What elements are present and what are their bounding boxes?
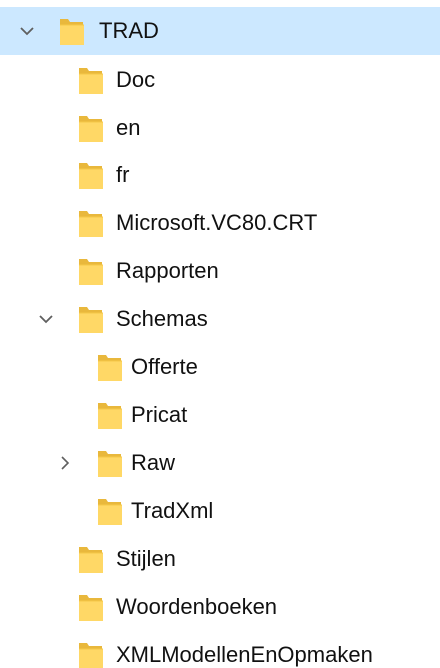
tree-item[interactable]: XMLModellenEnOpmaken — [0, 631, 440, 668]
tree-item-label: en — [116, 115, 141, 140]
tree-item[interactable]: Woordenboeken — [0, 583, 440, 631]
folder-icon — [97, 448, 123, 478]
tree-item[interactable]: Offerte — [0, 343, 440, 391]
tree-item-label: Pricat — [131, 402, 188, 427]
tree-item-label: Rapporten — [116, 258, 219, 283]
chevron-right-icon[interactable] — [56, 454, 74, 472]
tree-item[interactable]: TradXml — [0, 487, 440, 535]
tree-item[interactable]: fr — [0, 151, 440, 199]
chevron-down-icon[interactable] — [18, 22, 36, 40]
tree-item-label: Microsoft.VC80.CRT — [116, 210, 318, 235]
folder-icon — [59, 16, 85, 46]
tree-item[interactable]: Stijlen — [0, 535, 440, 583]
tree-item[interactable]: en — [0, 104, 440, 152]
tree-item-label: fr — [116, 162, 130, 187]
tree-item-label: TradXml — [131, 498, 214, 523]
tree-item-label: Schemas — [116, 306, 208, 331]
folder-tree: TRAD Doc en fr Microsoft.VC80.CRT Rapporten Sc… — [0, 0, 440, 668]
folder-icon — [78, 208, 104, 238]
tree-item-label: Woordenboeken — [116, 594, 278, 619]
folder-icon — [78, 304, 104, 334]
folder-icon — [78, 113, 104, 143]
tree-item[interactable]: Schemas — [0, 295, 440, 343]
tree-item[interactable]: Doc — [0, 56, 440, 104]
tree-item-label: Offerte — [131, 354, 198, 379]
tree-item-label: Raw — [131, 450, 176, 475]
folder-icon — [97, 352, 123, 382]
folder-icon — [78, 640, 104, 668]
tree-item[interactable]: TRAD — [0, 7, 440, 55]
folder-icon — [78, 592, 104, 622]
tree-item[interactable]: Microsoft.VC80.CRT — [0, 199, 440, 247]
tree-item-label: Doc — [116, 67, 156, 92]
tree-item-label: Stijlen — [116, 546, 176, 571]
folder-icon — [78, 65, 104, 95]
tree-item-label: TRAD — [99, 18, 159, 43]
chevron-down-icon[interactable] — [37, 310, 55, 328]
folder-icon — [78, 160, 104, 190]
tree-item[interactable]: Raw — [0, 439, 440, 487]
folder-icon — [78, 544, 104, 574]
tree-item-label: XMLModellenEnOpmaken — [116, 642, 373, 667]
folder-icon — [78, 256, 104, 286]
folder-icon — [97, 400, 123, 430]
folder-icon — [97, 496, 123, 526]
tree-item[interactable]: Rapporten — [0, 247, 440, 295]
tree-item[interactable]: Pricat — [0, 391, 440, 439]
